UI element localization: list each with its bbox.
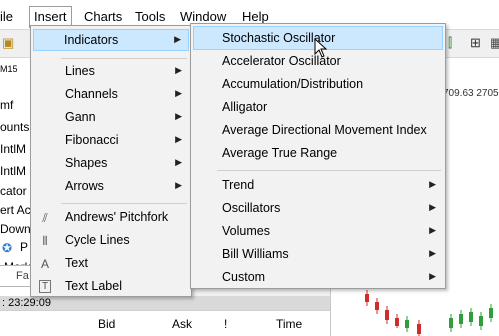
insert-menu: Indicators ▶ Lines ▶ Channels ▶ Gann ▶ F… <box>30 25 192 297</box>
menu-item-bill-williams[interactable]: Bill Williams ▶ <box>193 244 443 266</box>
candle-bear <box>417 324 421 334</box>
candle-bear <box>375 302 379 310</box>
list-item[interactable]: mf <box>0 98 13 112</box>
menu-item-alligator[interactable]: Alligator <box>193 97 443 119</box>
menu-item-admi[interactable]: Average Directional Movement Index <box>193 120 443 142</box>
expert-advisor-icon: ✪ <box>2 241 13 255</box>
menu-item-oscillators[interactable]: Oscillators ▶ <box>193 198 443 220</box>
indicators-submenu: Stochastic Oscillator Accelerator Oscill… <box>190 23 446 289</box>
list-item[interactable]: P <box>20 240 28 254</box>
menu-item-accumulation-distribution[interactable]: Accumulation/Distribution <box>193 74 443 96</box>
candle-bear <box>365 294 369 302</box>
candle-bull <box>459 314 463 324</box>
menu-separator <box>61 58 187 59</box>
menu-item-indicators[interactable]: Indicators ▶ <box>33 29 189 51</box>
menu-item-andrews-pitchfork[interactable]: ⫽ Andrews' Pitchfork <box>33 207 189 229</box>
column-time[interactable]: Time <box>276 317 302 331</box>
list-item[interactable]: IntlM <box>0 164 26 178</box>
candle-bear <box>385 310 389 320</box>
menu-file[interactable]: ile <box>0 8 13 26</box>
menu-item-channels[interactable]: Channels ▶ <box>33 84 189 106</box>
list-item[interactable]: Down <box>0 222 31 236</box>
chevron-right-icon: ▶ <box>175 157 182 167</box>
text-icon: A <box>40 257 49 271</box>
menu-item-custom[interactable]: Custom ▶ <box>193 267 443 289</box>
chevron-right-icon: ▶ <box>175 111 182 121</box>
menu-item-shapes[interactable]: Shapes ▶ <box>33 153 189 175</box>
chevron-right-icon: ▶ <box>174 34 181 44</box>
chevron-right-icon: ▶ <box>429 271 436 281</box>
chevron-right-icon: ▶ <box>429 179 436 189</box>
candle-bull <box>449 318 453 328</box>
menu-item-average-true-range[interactable]: Average True Range <box>193 143 443 165</box>
chevron-right-icon: ▶ <box>429 225 436 235</box>
text-label-icon: T <box>39 280 51 293</box>
chevron-right-icon: ▶ <box>429 248 436 258</box>
menu-item-trend[interactable]: Trend ▶ <box>193 175 443 197</box>
cycle-lines-icon: ⦀ <box>42 234 48 248</box>
chevron-right-icon: ▶ <box>175 65 182 75</box>
list-item[interactable]: ert Ac <box>0 203 31 217</box>
candle-bull <box>479 316 483 326</box>
chart-zoom-icon[interactable]: ⫿ <box>448 35 452 51</box>
menu-separator <box>61 203 187 204</box>
menu-separator <box>217 170 441 171</box>
menu-item-text[interactable]: A Text <box>33 253 189 275</box>
candle-bear <box>395 318 399 326</box>
candle-bull <box>489 308 493 318</box>
menu-item-cycle-lines[interactable]: ⦀ Cycle Lines <box>33 230 189 252</box>
chevron-right-icon: ▶ <box>175 88 182 98</box>
candle-bull <box>469 312 473 322</box>
menu-item-lines[interactable]: Lines ▶ <box>33 61 189 83</box>
column-flag[interactable]: ! <box>224 317 227 331</box>
menu-item-text-label[interactable]: T Text Label <box>33 276 189 298</box>
chart-type-icon[interactable]: ⊞ <box>470 35 481 51</box>
list-item[interactable]: cator <box>0 184 27 198</box>
chevron-right-icon: ▶ <box>175 180 182 190</box>
list-item[interactable]: ounts <box>0 120 29 134</box>
menu-item-arrows[interactable]: Arrows ▶ <box>33 176 189 198</box>
tab-favorites[interactable]: Fa <box>0 265 34 287</box>
pitchfork-icon: ⫽ <box>42 211 48 225</box>
mouse-cursor-icon <box>314 38 328 58</box>
new-chart-icon[interactable]: ▣ <box>2 35 14 51</box>
menu-tools[interactable]: Tools <box>135 8 165 26</box>
menu-item-fibonacci[interactable]: Fibonacci ▶ <box>33 130 189 152</box>
grid-icon[interactable]: ▦ <box>490 35 499 51</box>
column-bid[interactable]: Bid <box>98 317 115 331</box>
column-ask[interactable]: Ask <box>172 317 192 331</box>
quotes-table-header: Bid Ask ! Time <box>0 310 330 336</box>
menu-charts[interactable]: Charts <box>84 8 122 26</box>
menu-item-volumes[interactable]: Volumes ▶ <box>193 221 443 243</box>
chevron-right-icon: ▶ <box>175 134 182 144</box>
list-item[interactable]: IntlM <box>0 142 26 156</box>
menu-item-gann[interactable]: Gann ▶ <box>33 107 189 129</box>
timeframe-label[interactable]: M15 <box>0 64 18 74</box>
chevron-right-icon: ▶ <box>429 202 436 212</box>
server-time: : 23:29:09 <box>0 296 330 310</box>
candle-bull <box>405 320 409 328</box>
